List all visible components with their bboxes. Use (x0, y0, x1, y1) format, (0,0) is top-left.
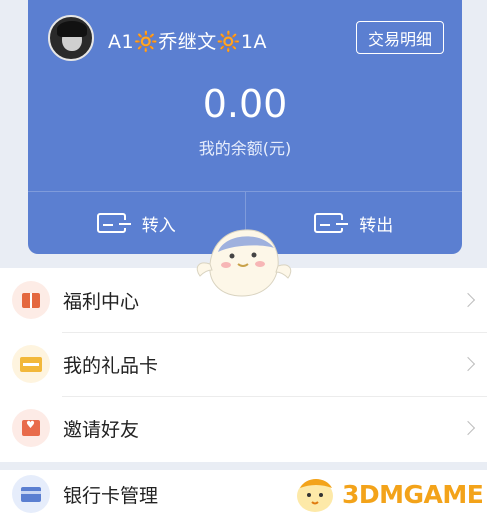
gift-card-icon (12, 345, 50, 383)
transfer-in-label: 转入 (141, 215, 176, 236)
avatar[interactable] (48, 15, 94, 61)
menu-item-invite-friends[interactable]: 邀请好友 (0, 396, 487, 460)
wallet-card: A1🔆乔继文🔆1A 交易明细 0.00 我的余额(元) 转入 转出 (28, 0, 462, 254)
chevron-right-icon (460, 356, 476, 372)
watermark-text: 3DMGAME (342, 479, 484, 509)
watermark: 3DMGAME (292, 474, 484, 514)
chevron-right-icon (460, 420, 476, 436)
menu-item-label: 我的礼品卡 (63, 354, 159, 377)
watermark-bird-icon (297, 479, 333, 512)
transfer-out-label: 转出 (359, 215, 394, 236)
transfer-out-icon (314, 213, 349, 233)
menu-item-label: 银行卡管理 (63, 484, 159, 507)
chevron-right-icon (460, 292, 476, 308)
transfer-in-icon (96, 213, 131, 233)
mascot-bird-icon (196, 229, 292, 297)
menu-item-label: 邀请好友 (63, 418, 140, 441)
username: A1🔆乔继文🔆1A (108, 31, 267, 53)
menu-item-gift-cards[interactable]: 我的礼品卡 (0, 332, 487, 396)
balance-label: 我的余额(元) (198, 139, 292, 158)
balance-amount: 0.00 (202, 82, 288, 126)
bank-card-icon (12, 475, 50, 513)
invite-envelope-icon (12, 409, 50, 447)
transaction-details-button[interactable]: 交易明细 (356, 21, 444, 54)
menu-item-label: 福利中心 (63, 290, 140, 313)
gift-icon (12, 281, 50, 319)
